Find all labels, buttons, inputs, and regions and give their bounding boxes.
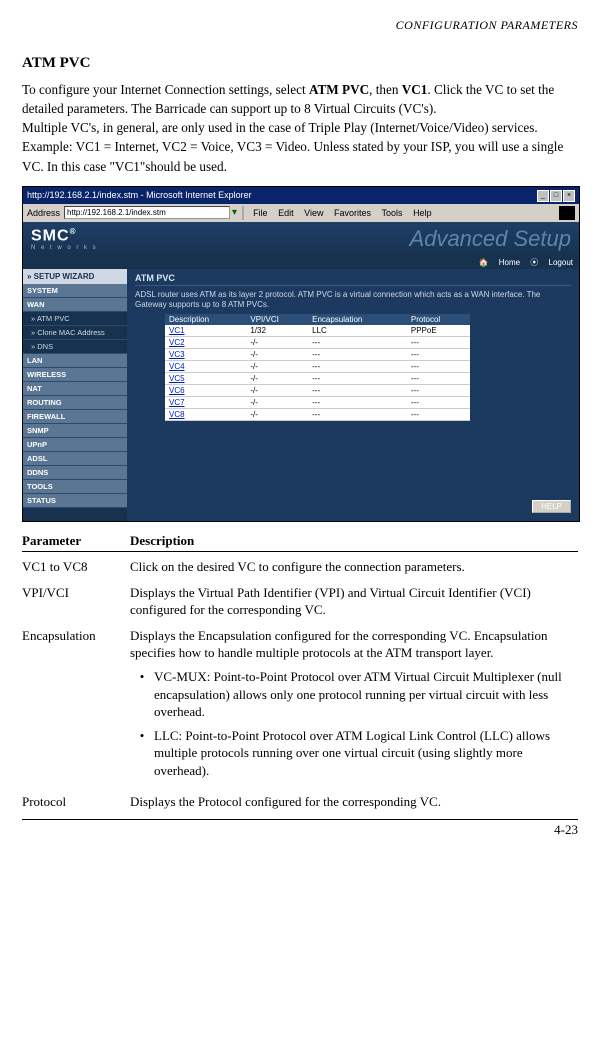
intro-part: Multiple VC's, in general, are only used… [22,118,578,175]
sidebar-item-upnp[interactable]: UPnP [23,438,127,452]
intro-bold: ATM PVC [309,82,369,97]
sidebar-item-routing[interactable]: ROUTING [23,396,127,410]
sidebar-item-tools[interactable]: TOOLS [23,480,127,494]
page-number: 4-23 [22,819,578,838]
menu-tools[interactable]: Tools [382,208,403,218]
close-icon[interactable]: × [563,190,575,202]
menu-help[interactable]: Help [413,208,432,218]
table-row: VC6-/------- [165,385,470,397]
vc-link[interactable]: VC8 [165,409,246,421]
bullet-icon: • [130,668,154,721]
col-encapsulation: Encapsulation [308,314,407,325]
browser-menu[interactable]: File Edit View Favorites Tools Help [249,208,436,218]
param-name: Protocol [22,793,130,811]
bullet-text: LLC: Point-to-Point Protocol over ATM Lo… [154,727,578,780]
sidebar-setup-wizard[interactable]: » SETUP WIZARD [23,269,127,284]
param-name: VPI/VCI [22,584,130,619]
table-row: VC2-/------- [165,337,470,349]
menu-edit[interactable]: Edit [278,208,294,218]
sidebar-item-atmpvc[interactable]: » ATM PVC [23,312,127,326]
sidebar-item-adsl[interactable]: ADSL [23,452,127,466]
window-buttons[interactable]: _□× [536,189,575,202]
table-row: VC4-/------- [165,361,470,373]
logout-link[interactable]: ⦿ Logout [530,258,573,267]
vc-link[interactable]: VC5 [165,373,246,385]
bullet-icon: • [130,727,154,780]
sidebar-item-lan[interactable]: LAN [23,354,127,368]
sidebar-item-wan[interactable]: WAN [23,298,127,312]
param-desc: Displays the Protocol configured for the… [130,793,578,811]
menu-file[interactable]: File [253,208,268,218]
minimize-icon[interactable]: _ [537,190,549,202]
param-desc: Displays the Virtual Path Identifier (VP… [130,584,578,619]
router-screenshot: http://192.168.2.1/index.stm - Microsoft… [22,186,580,522]
table-row: VC3-/------- [165,349,470,361]
sidebar-item-wireless[interactable]: WIRELESS [23,368,127,382]
table-row: VC8-/------- [165,409,470,421]
vc-link[interactable]: VC6 [165,385,246,397]
sidebar-nav: » SETUP WIZARD SYSTEM WAN » ATM PVC » Cl… [23,269,127,521]
menu-favorites[interactable]: Favorites [334,208,371,218]
sidebar-item-nat[interactable]: NAT [23,382,127,396]
param-header-parameter: Parameter [22,532,130,550]
vc-link[interactable]: VC7 [165,397,246,409]
intro-part: , then [369,82,402,97]
menu-view[interactable]: View [304,208,323,218]
table-row: VC7-/------- [165,397,470,409]
sidebar-item-firewall[interactable]: FIREWALL [23,410,127,424]
sidebar-item-clonemac[interactable]: » Clone MAC Address [23,326,127,340]
section-title: ATM PVC [22,55,578,72]
parameter-table: Parameter Description VC1 to VC8 Click o… [22,532,578,811]
content-description: ADSL router uses ATM as its layer 2 prot… [135,290,571,311]
vc-link[interactable]: VC3 [165,349,246,361]
pvc-table: Description VPI/VCI Encapsulation Protoc… [165,314,470,421]
col-description: Description [165,314,246,325]
address-input[interactable]: http://192.168.2.1/index.stm [64,206,230,219]
sidebar-item-system[interactable]: SYSTEM [23,284,127,298]
running-header: CONFIGURATION PARAMETERS [22,18,578,33]
window-title: http://192.168.2.1/index.stm - Microsoft… [27,190,252,200]
param-header-description: Description [130,532,578,550]
param-desc: Click on the desired VC to configure the… [130,558,578,576]
maximize-icon[interactable]: □ [550,190,562,202]
bullet-text: VC-MUX: Point-to-Point Protocol over ATM… [154,668,578,721]
table-row: VC5-/------- [165,373,470,385]
ie-logo-icon [559,206,575,220]
param-name: Encapsulation [22,627,130,785]
address-label: Address [27,208,60,218]
col-vpivci: VPI/VCI [246,314,308,325]
sidebar-item-dns[interactable]: » DNS [23,340,127,354]
col-protocol: Protocol [407,314,470,325]
intro-bold: VC1 [402,82,428,97]
brand-sub: N e t w o r k s [31,245,98,251]
intro-text: To configure your Internet Connection se… [22,80,578,176]
vc-link[interactable]: VC1 [165,325,246,337]
intro-part: To configure your Internet Connection se… [22,82,309,97]
home-link[interactable]: 🏠 Home [479,258,521,267]
sidebar-item-ddns[interactable]: DDNS [23,466,127,480]
vc-link[interactable]: VC2 [165,337,246,349]
sidebar-item-status[interactable]: STATUS [23,494,127,508]
param-name: VC1 to VC8 [22,558,130,576]
go-icon[interactable]: ▾ [232,207,237,218]
vc-link[interactable]: VC4 [165,361,246,373]
help-button[interactable]: HELP [532,500,571,513]
page-heading-graphic: Advanced Setup [410,226,571,252]
sidebar-item-snmp[interactable]: SNMP [23,424,127,438]
param-desc: Displays the Encapsulation configured fo… [130,627,578,785]
brand-logo: SMC® [31,227,98,245]
content-title: ATM PVC [135,273,571,286]
table-row: VC11/32LLCPPPoE [165,325,470,337]
